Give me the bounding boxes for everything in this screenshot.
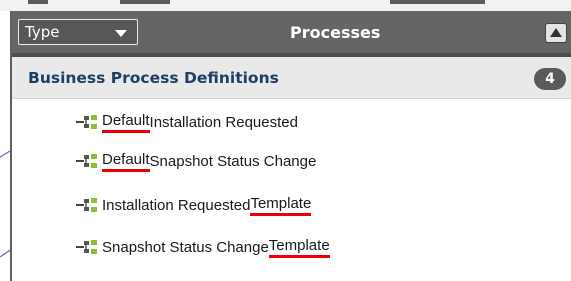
- chevron-down-icon: [115, 30, 127, 37]
- panel-header: Type Processes: [12, 11, 571, 57]
- top-strip: [0, 0, 571, 11]
- list-item[interactable]: Snapshot Status Change Template: [74, 234, 330, 260]
- item-highlight: Template: [250, 195, 312, 216]
- process-definition-icon: [74, 197, 98, 213]
- process-definition-icon: [74, 114, 98, 130]
- list-item[interactable]: Default Snapshot Status Change: [74, 148, 316, 174]
- list-item[interactable]: Installation Requested Template: [74, 192, 312, 218]
- type-dropdown-label: Type: [25, 23, 60, 41]
- item-text-suffix: Installation Requested: [149, 113, 298, 131]
- processes-panel: Type Processes Business Process Definiti…: [10, 11, 571, 281]
- count-badge: 4: [534, 68, 566, 90]
- item-text-suffix: Snapshot Status Change: [149, 152, 317, 170]
- collapse-button[interactable]: [545, 23, 567, 43]
- strip-segment: [390, 0, 485, 4]
- panel-title: Processes: [290, 23, 381, 42]
- process-definition-icon: [74, 153, 98, 169]
- item-highlight: Default: [102, 151, 150, 172]
- item-text-prefix: Installation Requested: [102, 196, 251, 214]
- section-label: Business Process Definitions: [28, 69, 279, 87]
- list-item[interactable]: Default Installation Requested: [74, 109, 298, 135]
- section-header[interactable]: Business Process Definitions 4: [12, 57, 571, 99]
- collapse-up-icon: [550, 28, 562, 37]
- item-text-prefix: Snapshot Status Change: [102, 238, 269, 256]
- item-highlight: Default: [102, 112, 150, 133]
- item-highlight: Template: [268, 237, 330, 258]
- type-dropdown[interactable]: Type: [18, 19, 138, 45]
- process-definition-icon: [74, 239, 98, 255]
- strip-segment: [120, 0, 170, 4]
